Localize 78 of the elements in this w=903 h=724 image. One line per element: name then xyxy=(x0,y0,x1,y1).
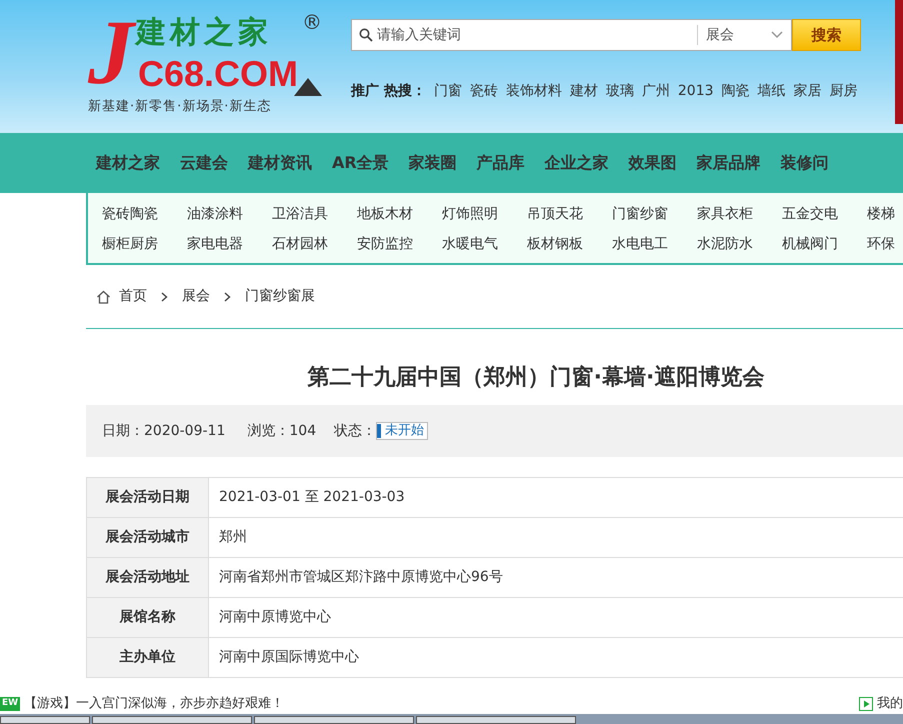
hot-search-link[interactable]: 瓷砖 xyxy=(470,81,498,102)
hot-search-link[interactable]: 厨房 xyxy=(830,81,858,102)
main-nav-link[interactable]: 建材之家 xyxy=(86,151,170,175)
breadcrumb-link[interactable]: 展会 xyxy=(182,286,210,307)
field-label: 展会活动城市 xyxy=(86,518,208,558)
triangle-icon xyxy=(294,78,322,96)
field-label: 主办单位 xyxy=(86,638,208,678)
main-nav-link[interactable]: 云建会 xyxy=(170,151,238,175)
news-link[interactable]: 【游戏】一入宫门深似海，亦步亦趋好艰难！ xyxy=(24,694,284,714)
hot-search-link[interactable]: 墙纸 xyxy=(758,81,786,102)
taskbar-button[interactable] xyxy=(0,716,90,724)
page-title: 第二十九届中国（郑州）门窗·幕墙·遮阳博览会 xyxy=(306,364,766,392)
category-link[interactable]: 灯饰照明 xyxy=(442,204,527,224)
category-link[interactable]: 楼梯 xyxy=(867,204,903,224)
category-link[interactable]: 家电电器 xyxy=(187,234,272,254)
chevron-right-icon xyxy=(161,292,168,302)
main-nav-link[interactable]: 企业之家 xyxy=(534,151,619,175)
registered-mark: ® xyxy=(302,12,322,32)
ticker-link[interactable]: 我的 xyxy=(877,694,903,714)
hot-search-label: 推广 热搜： xyxy=(351,82,426,101)
hot-search-link[interactable]: 陶瓷 xyxy=(722,81,750,102)
hot-search-link[interactable]: 建材 xyxy=(570,81,598,102)
main-nav-link[interactable]: 装修问 xyxy=(770,151,839,175)
field-value: 2021-03-01 至 2021-03-03 xyxy=(208,478,903,518)
main-nav-link[interactable]: 家装圈 xyxy=(398,151,467,175)
hot-search-link[interactable]: 广州 xyxy=(642,81,670,102)
logo-letter: J xyxy=(88,6,134,98)
status-tag: 未开始 xyxy=(376,422,428,440)
category-link[interactable]: 水电电工 xyxy=(612,234,697,254)
logo-domain: C68.COM xyxy=(138,56,298,92)
search-button[interactable]: 搜索 xyxy=(792,19,861,51)
taskbar-button[interactable] xyxy=(416,716,576,724)
field-label: 展馆名称 xyxy=(86,598,208,638)
category-link[interactable]: 石材园林 xyxy=(272,234,357,254)
category-link[interactable]: 卫浴洁具 xyxy=(272,204,357,224)
field-label: 展会活动地址 xyxy=(86,558,208,598)
category-link[interactable]: 水暖电气 xyxy=(442,234,527,254)
category-link[interactable]: 环保 xyxy=(867,234,903,254)
hot-search-link[interactable]: 门窗 xyxy=(434,81,462,102)
main-nav-link[interactable]: 家居品牌 xyxy=(686,151,771,175)
category-link[interactable]: 橱柜厨房 xyxy=(102,234,187,254)
main-nav-link[interactable]: AR全景 xyxy=(322,151,399,175)
new-badge: EW xyxy=(0,697,20,711)
main-nav-link[interactable]: 建材资讯 xyxy=(238,151,322,175)
breadcrumb-link[interactable]: 首页 xyxy=(119,286,147,307)
field-label: 展会活动日期 xyxy=(86,478,208,518)
category-link[interactable]: 板材钢板 xyxy=(527,234,612,254)
chevron-right-icon xyxy=(224,292,231,302)
date-text: 日期：2020-09-11 xyxy=(102,422,226,441)
category-link[interactable]: 吊顶天花 xyxy=(527,204,612,224)
category-link[interactable]: 油漆涂料 xyxy=(187,204,272,224)
search-field[interactable]: 请输入关键词 展会 xyxy=(351,19,792,51)
logo-slogan: 新基建·新零售·新场景·新生态 xyxy=(88,98,272,116)
logo-name: 建材之家 xyxy=(136,18,272,48)
breadcrumb-link[interactable]: 门窗纱窗展 xyxy=(245,286,315,307)
main-nav-link[interactable]: 产品库 xyxy=(466,151,535,175)
category-link[interactable]: 门窗纱窗 xyxy=(612,204,697,224)
taskbar-button[interactable] xyxy=(92,716,252,724)
category-link[interactable]: 家具衣柜 xyxy=(697,204,782,224)
taskbar-button[interactable] xyxy=(254,716,414,724)
chevron-down-icon xyxy=(771,31,783,39)
category-link[interactable]: 水泥防水 xyxy=(697,234,782,254)
views-text: 浏览：104 xyxy=(247,422,316,441)
category-link[interactable]: 地板木材 xyxy=(357,204,442,224)
search-icon xyxy=(359,28,373,42)
category-link[interactable]: 机械阀门 xyxy=(782,234,867,254)
hot-search-link[interactable]: 玻璃 xyxy=(606,81,634,102)
category-link[interactable]: 五金交电 xyxy=(782,204,867,224)
hot-search-link[interactable]: 家居 xyxy=(794,81,822,102)
category-link[interactable]: 瓷砖陶瓷 xyxy=(102,204,187,224)
category-select[interactable]: 展会 xyxy=(697,25,791,45)
play-icon xyxy=(859,697,873,711)
main-nav-link[interactable]: 效果图 xyxy=(618,151,687,175)
category-link[interactable]: 安防监控 xyxy=(357,234,442,254)
hot-search-link[interactable]: 装饰材料 xyxy=(506,81,562,102)
status-label: 状态： xyxy=(334,422,376,441)
home-icon xyxy=(96,290,111,304)
hot-search-link[interactable]: 2013 xyxy=(678,81,714,102)
